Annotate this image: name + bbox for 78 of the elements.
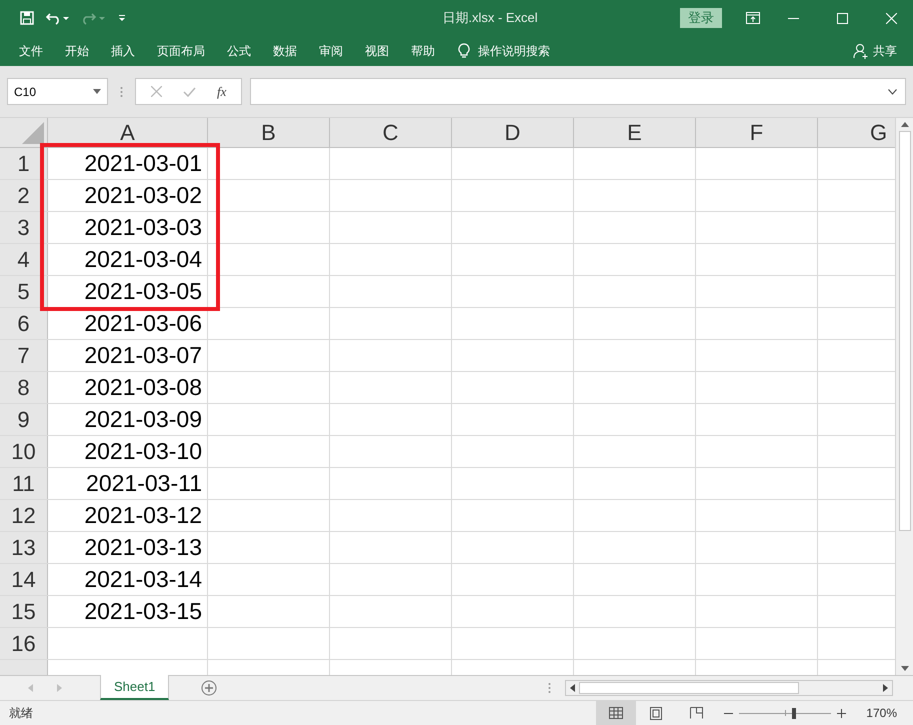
window-title: 日期.xlsx - Excel — [441, 9, 539, 28]
row-header[interactable]: 5 — [0, 276, 48, 307]
row-header[interactable]: 13 — [0, 532, 48, 563]
row-header[interactable]: 16 — [0, 628, 48, 659]
date-cell-text: 2021-03-09 — [84, 405, 202, 434]
date-cell-text: 2021-03-12 — [84, 501, 202, 530]
person-add-icon — [853, 43, 869, 59]
normal-view-button[interactable] — [596, 701, 636, 725]
check-icon[interactable] — [182, 86, 196, 96]
undo-icon[interactable] — [46, 11, 70, 25]
date-cell-text: 2021-03-03 — [84, 213, 202, 242]
sheet-tab[interactable]: Sheet1 — [100, 675, 170, 700]
row-header[interactable]: 1 — [0, 148, 48, 179]
zoom-slider-thumb[interactable] — [792, 708, 796, 718]
scroll-down-icon[interactable] — [900, 666, 908, 671]
ribbon-tab[interactable]: 帮助 — [400, 39, 446, 63]
date-cell-text: 2021-03-01 — [84, 149, 202, 178]
scroll-left-icon[interactable] — [570, 684, 575, 692]
page-icon — [650, 706, 662, 720]
row-header[interactable]: 8 — [0, 372, 48, 403]
share-button[interactable]: 共享 — [853, 39, 897, 63]
tell-me-search[interactable]: 操作说明搜索 — [478, 39, 550, 63]
date-cell-text: 2021-03-05 — [84, 277, 202, 306]
row-header[interactable]: 11 — [0, 468, 48, 499]
column-header[interactable]: C — [330, 118, 452, 147]
close-icon[interactable] — [886, 12, 897, 24]
column-header[interactable]: A — [48, 118, 208, 147]
date-cell-text: 2021-03-14 — [84, 565, 202, 594]
ribbon-tab[interactable]: 文件 — [8, 39, 54, 63]
column-header[interactable]: D — [452, 118, 574, 147]
name-box[interactable]: C10 — [7, 78, 108, 105]
expand-icon[interactable] — [888, 88, 897, 94]
date-cell-text: 2021-03-08 — [84, 373, 202, 402]
ribbon-tab[interactable]: 开始 — [54, 39, 100, 63]
maximize-icon[interactable] — [837, 12, 848, 24]
ribbon-tab[interactable]: 审阅 — [308, 39, 354, 63]
row-header[interactable]: 7 — [0, 340, 48, 371]
ribbon-tab[interactable]: 数据 — [262, 39, 308, 63]
add-sheet-icon[interactable] — [201, 680, 218, 696]
customize-icon[interactable] — [118, 14, 126, 22]
column-header[interactable]: E — [574, 118, 696, 147]
column-header[interactable]: F — [696, 118, 818, 147]
ribbon-tab[interactable]: 页面布局 — [146, 39, 216, 63]
drag-handle-icon[interactable] — [120, 86, 123, 98]
grid-icon — [609, 707, 624, 719]
row-header[interactable]: 4 — [0, 244, 48, 275]
zoom-level[interactable]: 170% — [866, 704, 897, 722]
row-header[interactable]: 10 — [0, 436, 48, 467]
page-break-icon — [690, 707, 703, 719]
date-cell-text: 2021-03-07 — [84, 341, 202, 370]
date-cell-text: 2021-03-13 — [84, 533, 202, 562]
save-icon[interactable] — [20, 11, 34, 25]
scroll-up-icon[interactable] — [900, 122, 908, 127]
date-cell-text: 2021-03-02 — [84, 181, 202, 210]
column-header[interactable]: B — [208, 118, 330, 147]
ribbon-display-icon[interactable] — [746, 12, 760, 24]
row-header[interactable]: 9 — [0, 404, 48, 435]
row-header[interactable]: 15 — [0, 596, 48, 627]
row-header[interactable]: 12 — [0, 500, 48, 531]
zoom-in-icon[interactable] — [837, 708, 846, 718]
row-header[interactable]: 14 — [0, 564, 48, 595]
date-cell-text: 2021-03-11 — [86, 469, 202, 498]
status-text: 就绪 — [9, 705, 33, 722]
ribbon-tab[interactable]: 视图 — [354, 39, 400, 63]
date-cell-text: 2021-03-04 — [84, 245, 202, 274]
lightbulb-icon — [458, 43, 470, 59]
date-cell-text: 2021-03-15 — [84, 597, 202, 626]
drag-handle-icon[interactable] — [548, 682, 551, 694]
row-header[interactable]: 3 — [0, 212, 48, 243]
date-cell-text: 2021-03-06 — [84, 309, 202, 338]
ribbon-tab[interactable]: 公式 — [216, 39, 262, 63]
scroll-right-icon[interactable] — [883, 684, 888, 692]
insert-function-button[interactable]: fx — [217, 82, 226, 102]
ribbon-tab[interactable]: 插入 — [100, 39, 146, 63]
row-header[interactable]: 2 — [0, 180, 48, 211]
dropdown-icon[interactable] — [93, 89, 101, 94]
row-header[interactable]: 6 — [0, 308, 48, 339]
date-cell-text: 2021-03-10 — [84, 437, 202, 466]
